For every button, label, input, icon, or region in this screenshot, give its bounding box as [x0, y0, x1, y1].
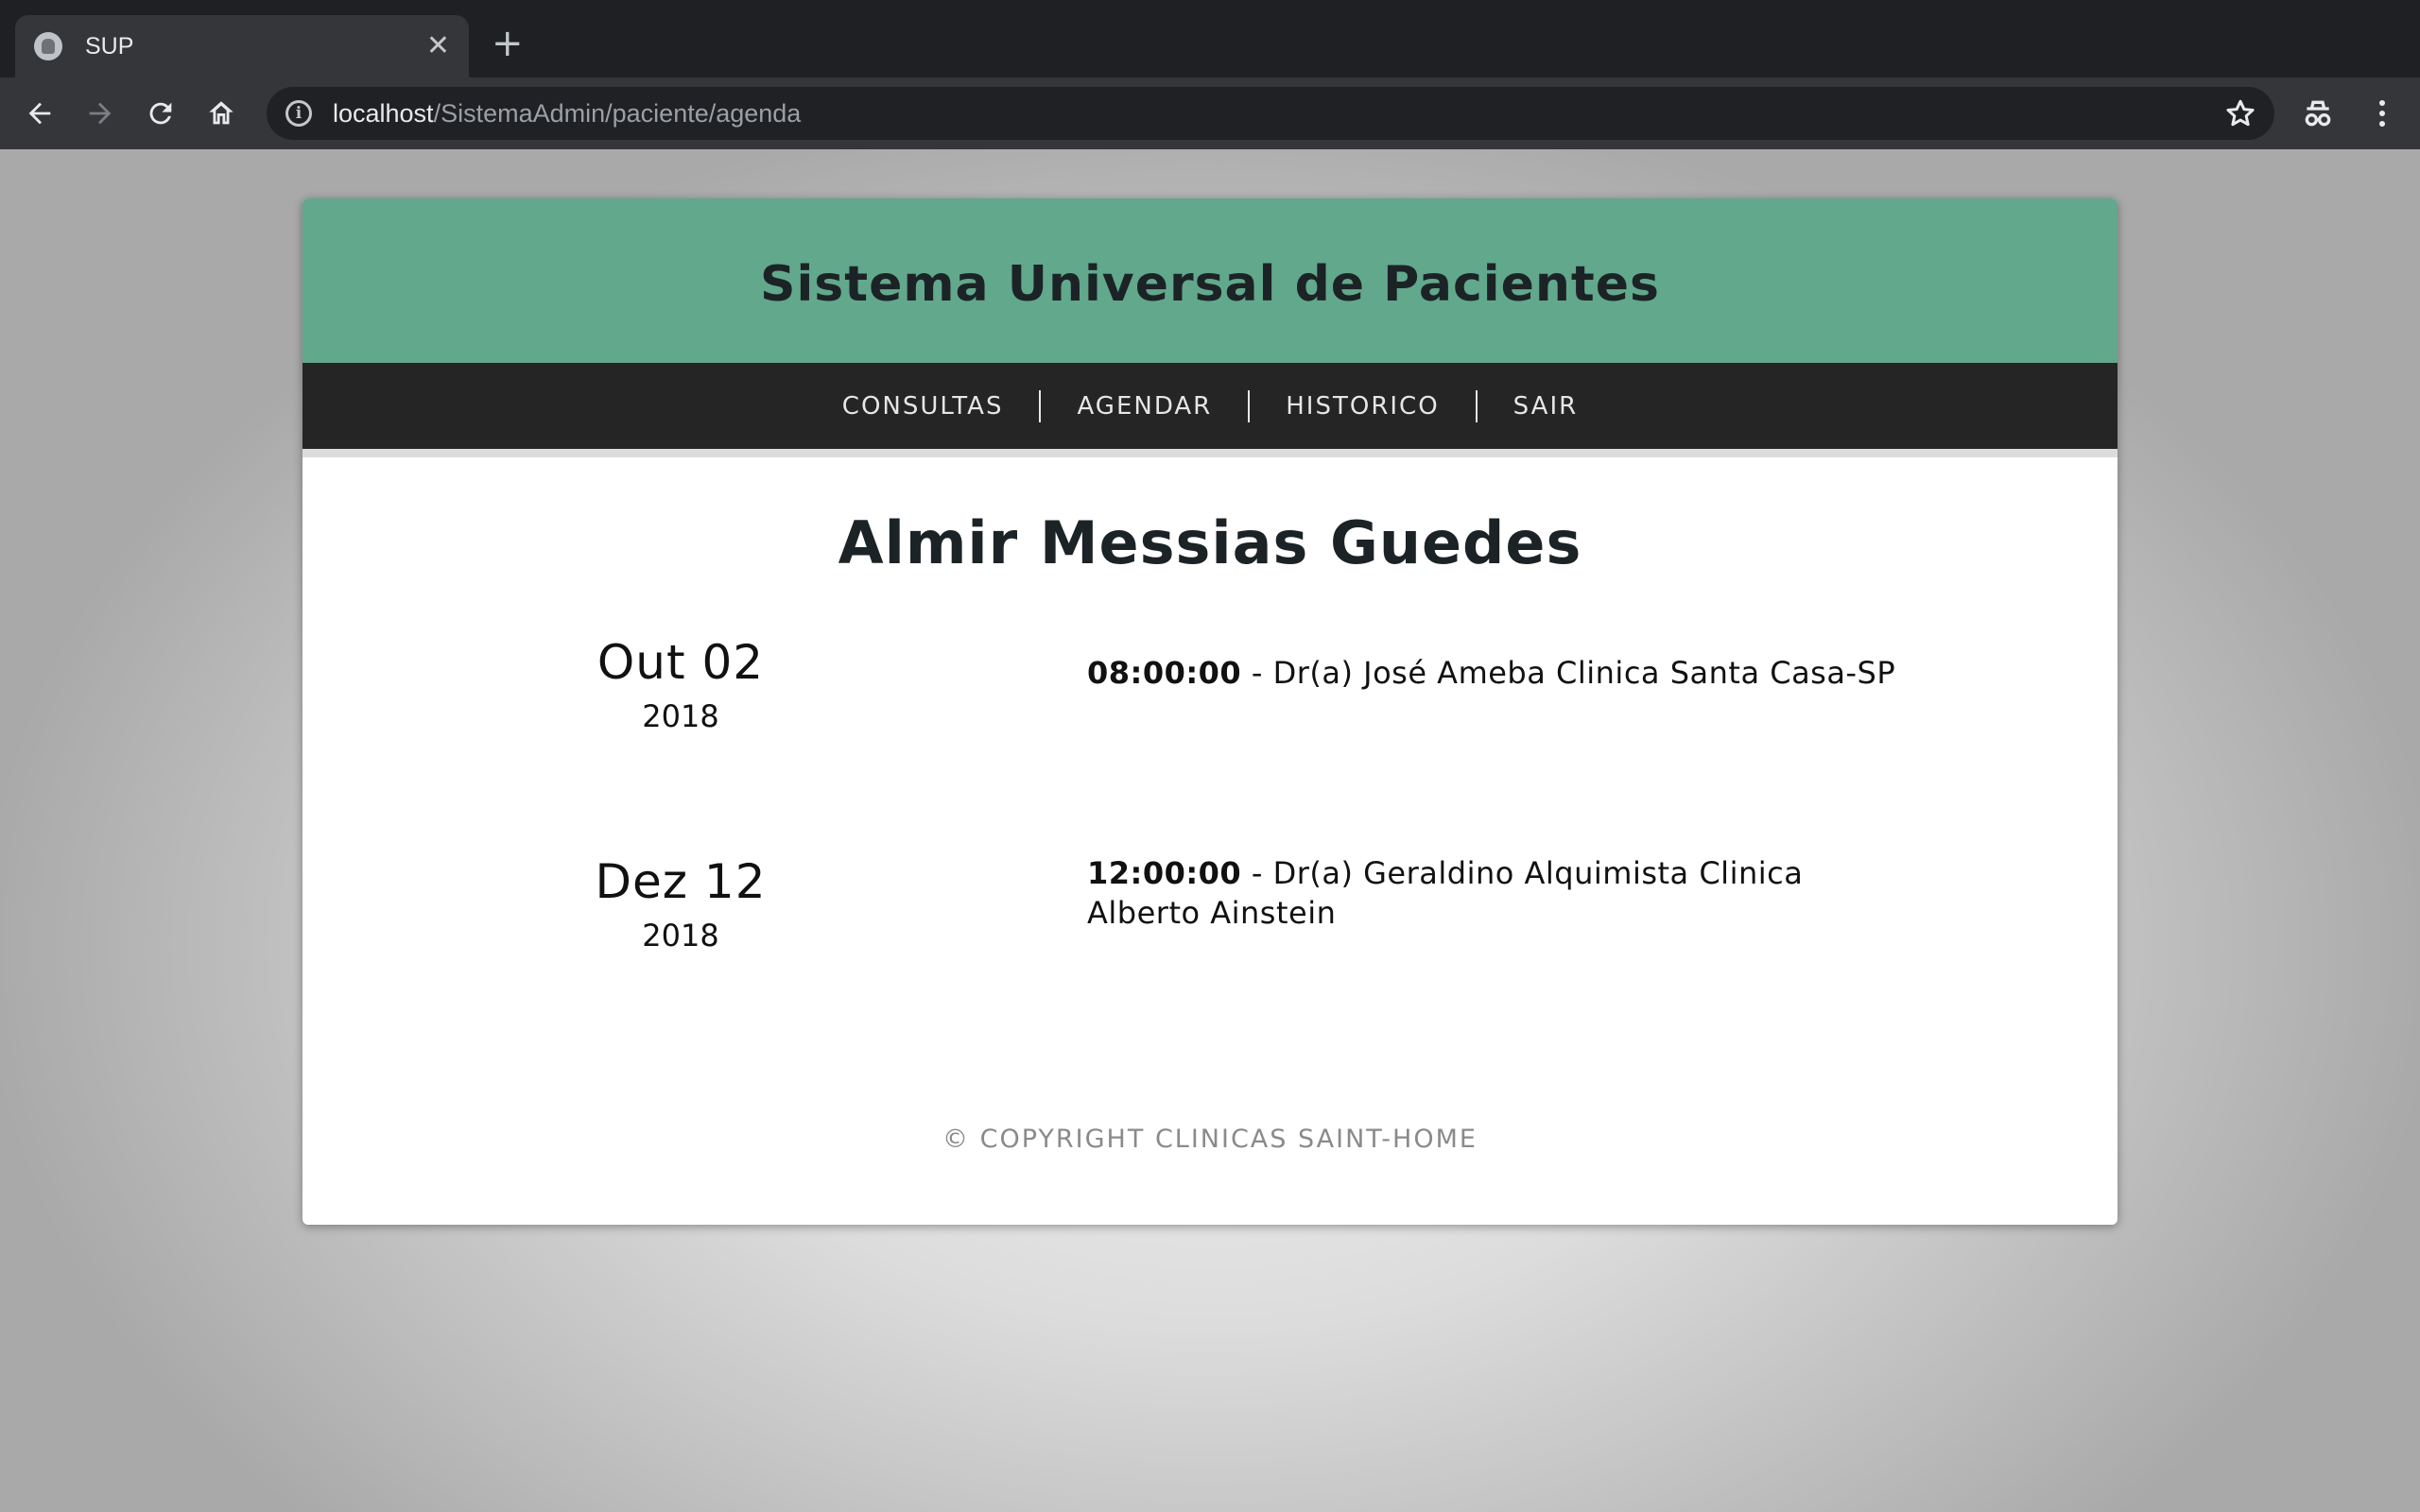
- site-header: Sistema Universal de Pacientes: [302, 198, 2118, 363]
- appointment-time: 12:00:00: [1087, 855, 1242, 891]
- new-tab-icon[interactable]: +: [492, 25, 524, 62]
- forward-icon[interactable]: [81, 94, 119, 132]
- browser-tab-strip: SUP ✕ +: [0, 0, 2420, 77]
- appointment-year: 2018: [642, 698, 719, 734]
- browser-tab[interactable]: SUP ✕: [15, 15, 469, 77]
- appointment-date: Out 02 2018: [586, 634, 775, 734]
- appointment-day-month: Dez 12: [595, 854, 767, 909]
- appointment-item: Out 02 2018 08:00:00 - Dr(a) José Ameba …: [302, 634, 2118, 853]
- star-icon[interactable]: [2223, 96, 2257, 130]
- nav-historico[interactable]: HISTORICO: [1250, 392, 1475, 421]
- appointment-year: 2018: [642, 918, 719, 954]
- appointment-details: - Dr(a) José Ameba Clinica Santa Casa-SP: [1241, 655, 1896, 691]
- appointment-list: Out 02 2018 08:00:00 - Dr(a) José Ameba …: [302, 634, 2118, 1073]
- reload-icon[interactable]: [142, 94, 180, 132]
- extension-icon[interactable]: [2299, 94, 2337, 132]
- appointment-date: Dez 12 2018: [586, 853, 775, 954]
- home-icon[interactable]: [202, 94, 240, 132]
- page-card: Sistema Universal de Pacientes CONSULTAS…: [302, 198, 2118, 1225]
- close-icon[interactable]: ✕: [426, 32, 450, 60]
- footer-copyright: © COPYRIGHT CLINICAS SAINT-HOME: [942, 1125, 1478, 1154]
- site-title: Sistema Universal de Pacientes: [760, 256, 1660, 313]
- appointment-time: 08:00:00: [1087, 655, 1242, 691]
- browser-toolbar: i localhost/SistemaAdmin/paciente/agenda: [0, 77, 2420, 149]
- patient-name: Almir Messias Guedes: [838, 508, 1582, 577]
- menu-icon[interactable]: [2363, 94, 2401, 132]
- main-nav: CONSULTAS AGENDAR HISTORICO SAIR: [302, 363, 2118, 457]
- favicon-icon: [34, 32, 62, 60]
- appointment-item: Dez 12 2018 12:00:00 - Dr(a) Geraldino A…: [302, 853, 2118, 1073]
- url-text: localhost/SistemaAdmin/paciente/agenda: [333, 98, 802, 128]
- address-bar[interactable]: i localhost/SistemaAdmin/paciente/agenda: [267, 87, 2274, 140]
- nav-consultas[interactable]: CONSULTAS: [806, 392, 1040, 421]
- appointment-info: 08:00:00 - Dr(a) José Ameba Clinica Sant…: [1087, 653, 1919, 693]
- tab-title: SUP: [85, 32, 134, 60]
- appointment-day-month: Out 02: [596, 635, 765, 690]
- appointment-info: 12:00:00 - Dr(a) Geraldino Alquimista Cl…: [1087, 853, 1919, 933]
- info-icon[interactable]: i: [285, 100, 312, 127]
- nav-agendar[interactable]: AGENDAR: [1041, 392, 1248, 421]
- nav-sair[interactable]: SAIR: [1478, 392, 1615, 421]
- back-icon[interactable]: [21, 94, 59, 132]
